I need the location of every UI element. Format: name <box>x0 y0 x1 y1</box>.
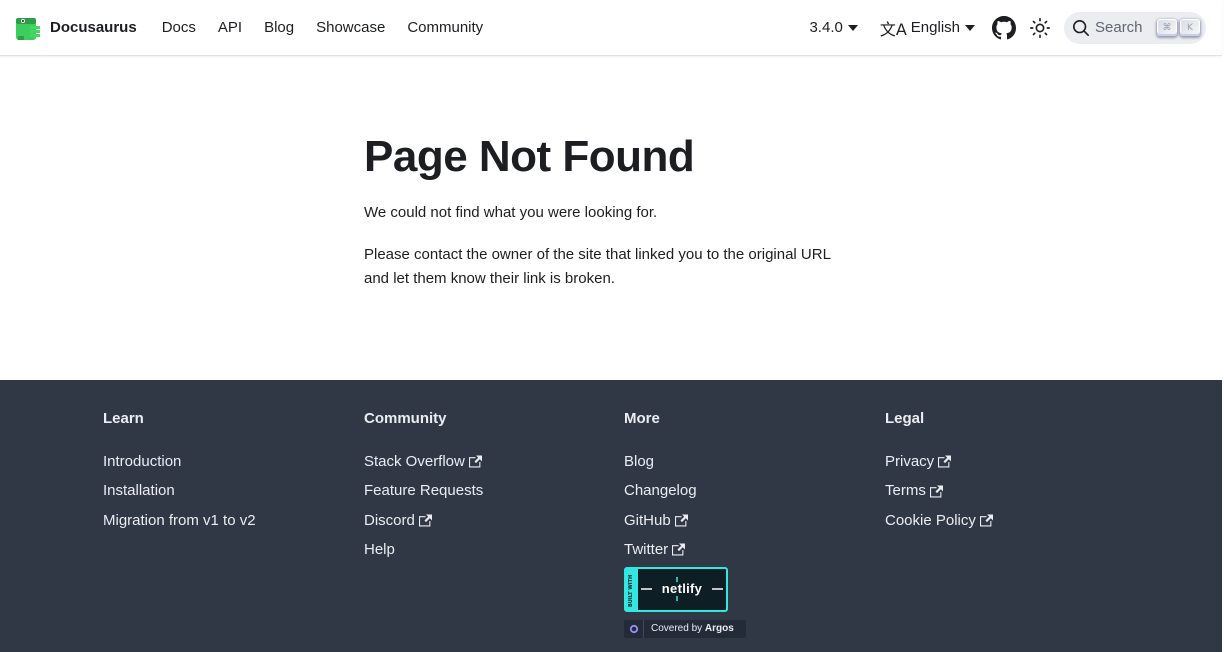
footer-heading-learn: Learn <box>103 410 144 427</box>
external-link-icon <box>468 455 482 468</box>
footer-column-community: Community Stack Overflow Feature Request… <box>364 409 483 565</box>
argos-badge-text: Covered by Argos <box>644 623 734 634</box>
footer-link-label: GitHub <box>624 511 671 529</box>
footer-link-label: Installation <box>103 482 175 500</box>
footer-link-label: Privacy <box>885 453 935 470</box>
search-shortcut: ⌘ K <box>1157 19 1200 36</box>
command-key: ⌘ <box>1157 19 1177 36</box>
footer-link-cookie-policy[interactable]: Cookie Policy <box>885 506 993 535</box>
footer-link-changelog[interactable]: Changelog <box>624 476 746 505</box>
footer-link-migration[interactable]: Migration from v1 to v2 <box>103 506 256 535</box>
footer-link-label: Introduction <box>103 453 182 470</box>
translate-icon: 文A <box>879 19 907 39</box>
footer-link-feature-requests[interactable]: Feature Requests <box>364 476 483 505</box>
footer-link-blog[interactable]: Blog <box>624 447 746 476</box>
brand-link[interactable]: Docusaurus <box>14 14 137 42</box>
version-label: 3.4.0 <box>809 19 843 36</box>
chevron-down-icon <box>847 25 858 31</box>
chevron-down-icon <box>965 25 975 31</box>
footer-heading-legal: Legal <box>885 410 925 427</box>
netlify-wordmark: netlify <box>641 577 723 602</box>
footer-link-installation[interactable]: Installation <box>103 476 256 505</box>
sun-icon <box>1030 17 1050 38</box>
netlify-logo: netlify <box>638 569 726 610</box>
nav-link-docs[interactable]: Docs <box>151 19 207 36</box>
search-label: Search <box>1095 19 1143 36</box>
argos-name: Argos <box>704 623 734 635</box>
footer-link-label: Changelog <box>624 482 697 500</box>
footer-link-label: Blog <box>624 453 655 470</box>
svg-text:netlify: netlify <box>662 581 703 596</box>
contact-message-line-1: Please contact the owner of the site tha… <box>364 246 831 263</box>
footer-link-label: Feature Requests <box>364 482 484 500</box>
footer-link-help[interactable]: Help <box>364 535 483 564</box>
argos-logo-icon <box>624 619 644 638</box>
external-link-icon <box>929 485 943 498</box>
nav-link-community[interactable]: Community <box>396 19 494 36</box>
footer-column-more: More Blog Changelog GitHub Twitter BUILT… <box>624 409 746 638</box>
footer-heading-more: More <box>624 410 660 427</box>
footer-link-twitter[interactable]: Twitter <box>624 535 746 564</box>
nav-link-api[interactable]: API <box>207 19 253 36</box>
version-dropdown[interactable]: 3.4.0 <box>798 19 868 36</box>
footer-link-github[interactable]: GitHub <box>624 506 746 535</box>
nav-link-blog[interactable]: Blog <box>253 19 305 36</box>
argos-badge[interactable]: Covered by Argos <box>624 619 746 638</box>
external-link-icon <box>674 514 688 527</box>
contact-message: Please contact the owner of the site tha… <box>364 243 844 291</box>
nav-right: 3.4.0 文A English Search ⌘ K <box>798 10 1206 46</box>
language-dropdown[interactable]: 文A English <box>869 16 986 40</box>
nav-links: Docs API Blog Showcase Community <box>151 19 494 36</box>
footer: Learn Introduction Installation Migratio… <box>0 380 1222 652</box>
footer-link-label: Stack Overflow <box>364 453 465 470</box>
search-button[interactable]: Search ⌘ K <box>1064 11 1206 44</box>
svg-text:BUILT WITH: BUILT WITH <box>628 574 634 606</box>
contact-message-line-2: and let them know their link is broken. <box>364 270 615 287</box>
footer-link-label: Migration from v1 to v2 <box>103 511 256 529</box>
theme-toggle-button[interactable] <box>1022 10 1058 46</box>
footer-column-legal: Legal Privacy Terms Cookie Policy <box>885 409 993 535</box>
footer-link-terms[interactable]: Terms <box>885 476 993 505</box>
netlify-badge-strip: BUILT WITH <box>626 568 638 610</box>
github-link[interactable] <box>986 10 1022 46</box>
k-key: K <box>1180 19 1200 36</box>
main-content: Page Not Found We could not find what yo… <box>364 130 844 309</box>
footer-link-label: Discord <box>364 511 415 529</box>
page-title: Page Not Found <box>364 132 695 181</box>
footer-link-privacy[interactable]: Privacy <box>885 447 993 476</box>
footer-link-stack-overflow[interactable]: Stack Overflow <box>364 447 483 476</box>
footer-link-introduction[interactable]: Introduction <box>103 447 256 476</box>
external-link-icon <box>672 543 686 556</box>
nav-link-showcase[interactable]: Showcase <box>305 19 396 36</box>
footer-link-discord[interactable]: Discord <box>364 506 483 535</box>
external-link-icon <box>979 514 993 527</box>
footer-heading-community: Community <box>364 410 447 427</box>
navbar: Docusaurus Docs API Blog Showcase Commun… <box>0 0 1222 56</box>
not-found-message: We could not find what you were looking … <box>364 204 658 221</box>
footer-link-label: Cookie Policy <box>885 511 976 529</box>
footer-link-label: Twitter <box>624 541 669 559</box>
netlify-badge[interactable]: BUILT WITH netlify <box>624 566 728 612</box>
footer-link-label: Help <box>364 541 395 559</box>
external-link-icon <box>418 514 432 527</box>
footer-column-learn: Learn Introduction Installation Migratio… <box>103 409 256 535</box>
brand-title: Docusaurus <box>50 19 137 36</box>
search-icon <box>1072 19 1090 36</box>
external-link-icon <box>938 455 952 468</box>
argos-prefix: Covered by <box>651 623 703 635</box>
docusaurus-logo-icon <box>16 17 40 40</box>
netlify-badge-caption: BUILT WITH <box>628 574 634 606</box>
footer-link-label: Terms <box>885 482 926 500</box>
language-label: English <box>910 19 960 36</box>
github-icon <box>992 15 1016 39</box>
